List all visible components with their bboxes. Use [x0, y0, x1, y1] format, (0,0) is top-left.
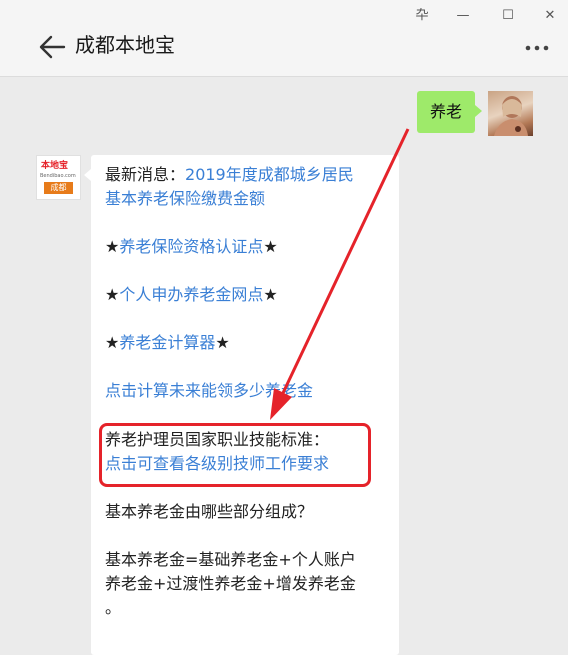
- annotation-arrow-icon: [270, 128, 410, 420]
